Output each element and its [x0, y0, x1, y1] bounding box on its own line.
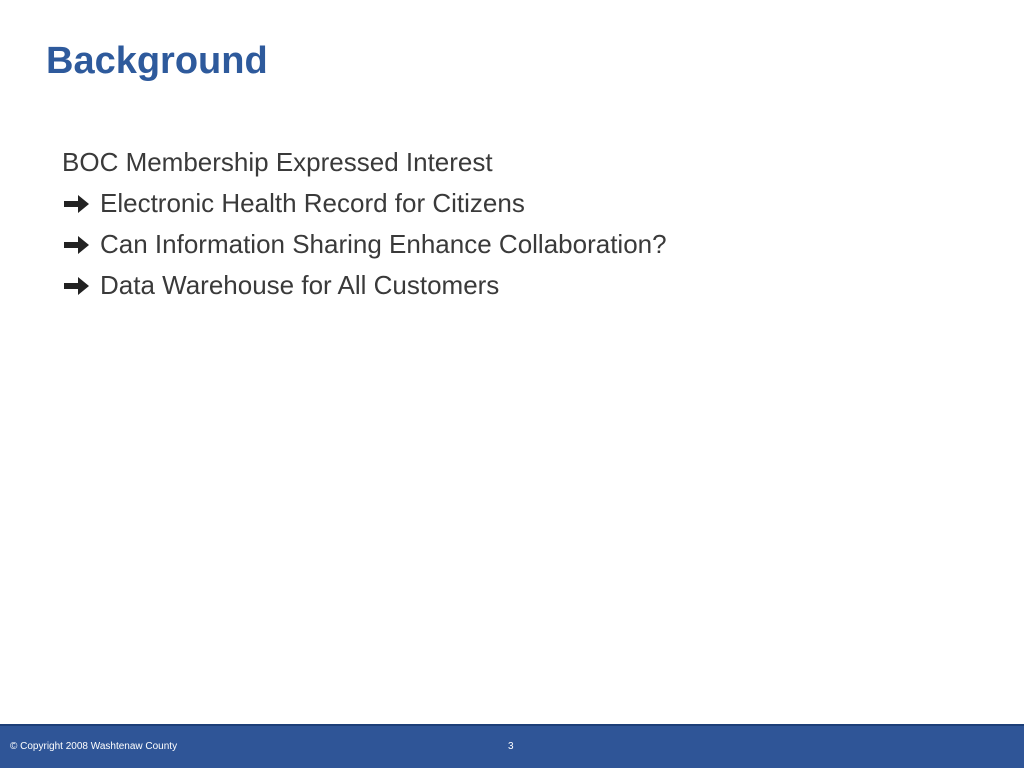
copyright-text: © Copyright 2008 Washtenaw County — [10, 741, 178, 752]
body-line: BOC Membership Expressed Interest — [62, 142, 667, 183]
arrow-right-icon — [62, 233, 92, 257]
slide-title: Background — [46, 40, 268, 82]
body-line-text: BOC Membership Expressed Interest — [62, 147, 493, 177]
slide: Background BOC Membership Expressed Inte… — [0, 0, 1024, 768]
body-line: Can Information Sharing Enhance Collabor… — [62, 224, 667, 265]
footer-bar: © Copyright 2008 Washtenaw County 3 — [0, 724, 1024, 768]
body-line-text: Electronic Health Record for Citizens — [100, 188, 525, 218]
body-line-text: Data Warehouse for All Customers — [100, 270, 500, 300]
page-number: 3 — [508, 741, 514, 752]
slide-body: BOC Membership Expressed Interest Electr… — [62, 142, 667, 306]
arrow-right-icon — [62, 274, 92, 298]
body-line: Electronic Health Record for Citizens — [62, 183, 667, 224]
arrow-right-icon — [62, 192, 92, 216]
body-line: Data Warehouse for All Customers — [62, 265, 667, 306]
body-line-text: Can Information Sharing Enhance Collabor… — [100, 229, 667, 259]
